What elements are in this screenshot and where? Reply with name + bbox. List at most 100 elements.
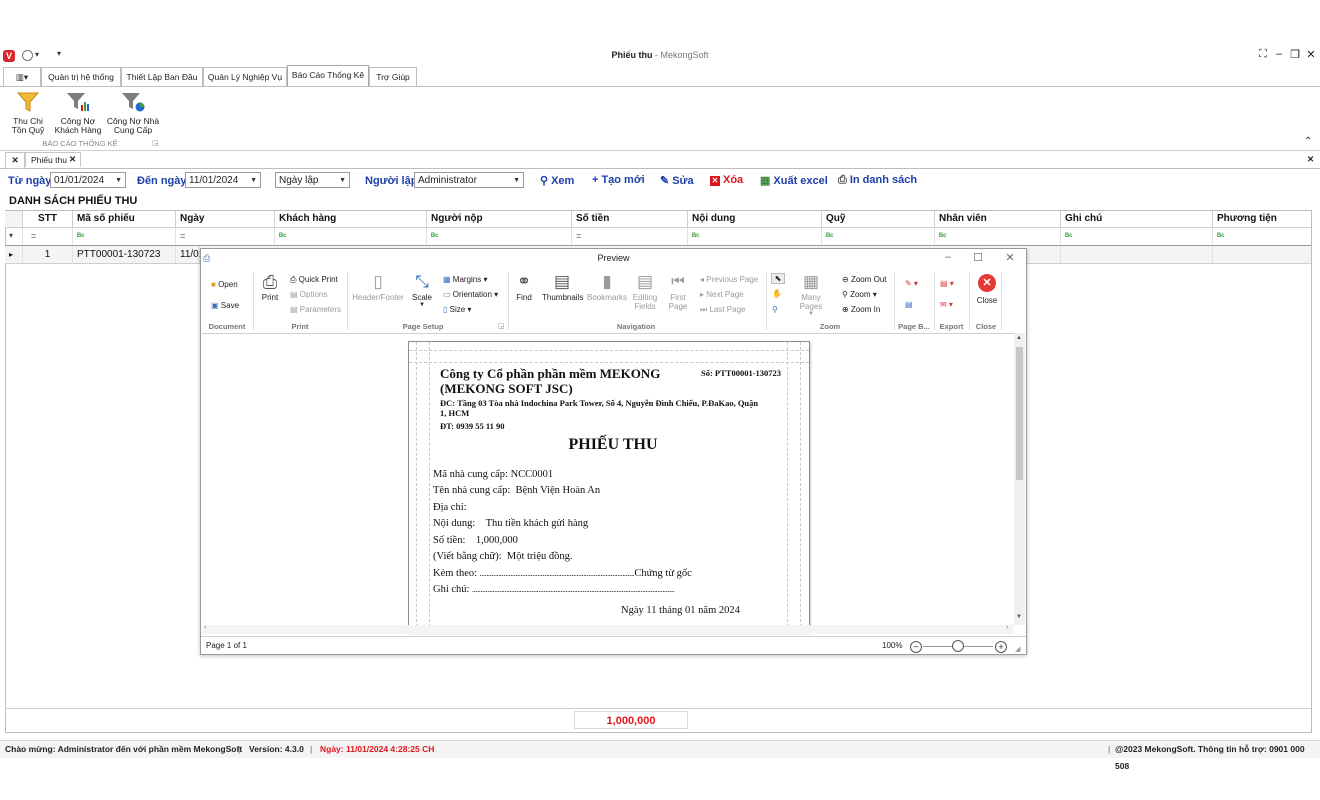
filter-nguoi-nop[interactable]: ᴮᶜ	[427, 228, 572, 244]
cell-phuong-tien[interactable]	[1213, 246, 1311, 263]
edit-button[interactable]: ✎ Sửa	[660, 174, 694, 187]
col-header-ghi-chu[interactable]: Ghi chú	[1061, 211, 1213, 227]
last-page-button[interactable]: ⏭ Last Page	[700, 305, 745, 315]
tab-quan-tri-he-thong[interactable]: Quản trị hệ thống	[41, 67, 121, 86]
watermark-button[interactable]: ▤	[905, 300, 913, 309]
col-header-phuong-tien[interactable]: Phương tiện	[1213, 211, 1311, 227]
scale-button[interactable]: ⤡ Scale ▼	[409, 271, 435, 308]
next-page-button[interactable]: ▸ Next Page	[700, 290, 744, 299]
filter-noi-dung[interactable]: ᴮᶜ	[688, 228, 822, 244]
close-all-tabs-icon[interactable]: ✕	[5, 152, 25, 169]
preview-close-button[interactable]: ✕	[1003, 251, 1017, 264]
tab-bao-cao-thong-ke[interactable]: Báo Cáo Thống Kê	[287, 65, 369, 86]
filter-quy[interactable]: ᴮᶜ	[822, 228, 935, 244]
header-footer-button[interactable]: ▯ Header/Footer	[351, 271, 405, 302]
orientation-button[interactable]: ▭ Orientation ▾	[443, 290, 498, 299]
col-header-ma-so-phieu[interactable]: Mã số phiếu	[73, 211, 176, 227]
close-document-icon[interactable]: ✕	[1307, 152, 1314, 167]
col-header-khach-hang[interactable]: Khách hàng	[275, 211, 427, 227]
send-button[interactable]: ✉ ▾	[940, 300, 953, 309]
preview-minimize-button[interactable]: –	[941, 251, 955, 263]
print-button[interactable]: ⎙ Print	[257, 271, 283, 302]
col-header-so-tien[interactable]: Số tiền	[572, 211, 688, 227]
zoom-out-button[interactable]: ⊖ Zoom Out	[842, 275, 887, 284]
view-button[interactable]: ⚲ Xem	[540, 174, 574, 187]
previous-page-button[interactable]: ◂ Previous Page	[700, 275, 758, 284]
col-header-nguoi-nop[interactable]: Người nộp	[427, 211, 572, 227]
to-date-picker[interactable]: 11/01/2024 ▼	[185, 172, 261, 188]
export-excel-button[interactable]: ▦ Xuất excel	[760, 174, 828, 187]
cell-ma-so-phieu[interactable]: PTT00001-130723	[73, 246, 176, 263]
fullscreen-icon[interactable]: ⛶	[1256, 48, 1270, 61]
scroll-up-icon[interactable]: ▲	[1016, 335, 1022, 341]
cell-ghi-chu[interactable]	[1061, 246, 1213, 263]
editing-fields-button[interactable]: ▤ Editing Fields	[630, 271, 660, 311]
col-header-ngay[interactable]: Ngày	[176, 211, 275, 227]
options-button[interactable]: ▤ Options	[290, 290, 327, 299]
preview-scroll-thumb[interactable]	[1016, 347, 1023, 480]
date-type-select[interactable]: Ngày lập ▼	[275, 172, 350, 188]
filter-stt[interactable]: =	[23, 228, 73, 244]
filter-phuong-tien[interactable]: ᴮᶜ	[1213, 228, 1311, 244]
print-list-button[interactable]: ⎙ In danh sách	[838, 174, 917, 187]
page-color-button[interactable]: ✎ ▾	[905, 279, 918, 288]
export-button[interactable]: ▤ ▾	[940, 279, 954, 288]
preview-horizontal-scrollbar[interactable]	[202, 625, 1014, 634]
close-tab-icon[interactable]: ✕	[69, 152, 76, 167]
col-header-quy[interactable]: Quỹ	[822, 211, 935, 227]
first-page-button[interactable]: ⏮ First Page	[665, 271, 691, 311]
create-button[interactable]: + Tạo mới	[592, 174, 645, 186]
zoom-slider-thumb[interactable]	[952, 640, 964, 652]
app-menu-tab[interactable]: ▥▾	[3, 67, 41, 86]
many-pages-button[interactable]: ▦ Many Pages ▼	[789, 271, 833, 317]
close-window-button[interactable]: ✕	[1304, 48, 1318, 61]
find-button[interactable]: ⚭ Find	[512, 271, 536, 302]
save-button[interactable]: ▣ Save	[211, 301, 239, 310]
tab-quan-ly-nghiep-vu[interactable]: Quản Lý Nghiệp Vụ	[203, 67, 287, 86]
scroll-left-icon[interactable]: ‹	[204, 624, 206, 631]
thu-chi-ton-quy-button[interactable]: Thu Chi Tồn Quỹ	[0, 88, 56, 136]
filter-ma-so-phieu[interactable]: ᴮᶜ	[73, 228, 176, 244]
collapse-ribbon-icon[interactable]: ⌃	[1304, 136, 1312, 147]
col-header-stt[interactable]: STT	[23, 211, 73, 227]
filter-ghi-chu[interactable]: ᴮᶜ	[1061, 228, 1213, 244]
zoom-in-small-icon[interactable]: +	[995, 641, 1007, 653]
cong-no-nha-cung-cap-button[interactable]: Công Nợ Nhà Cung Cấp	[105, 88, 161, 136]
scroll-down-icon[interactable]: ▼	[1016, 614, 1022, 620]
page-setup-launcher-icon[interactable]: ◲	[498, 322, 505, 330]
tab-thiet-lap-ban-dau[interactable]: Thiết Lập Ban Đầu	[121, 67, 203, 86]
filter-so-tien[interactable]: =	[572, 228, 688, 244]
close-preview-button[interactable]: ✕ Close	[973, 271, 1001, 305]
zoom-out-small-icon[interactable]: –	[910, 641, 922, 653]
cell-stt[interactable]: 1	[23, 246, 73, 263]
cong-no-khach-hang-button[interactable]: Công Nợ Khách Hàng	[50, 88, 106, 136]
thumbnails-button[interactable]: ▤ Thumbnails	[542, 271, 583, 302]
minimize-button[interactable]: –	[1272, 48, 1286, 60]
delete-button[interactable]: ✕ Xóa	[710, 174, 743, 186]
col-header-nhan-vien[interactable]: Nhân viên	[935, 211, 1061, 227]
group-launcher-icon[interactable]: ◲	[152, 139, 159, 147]
cell-nhan-vien[interactable]	[1027, 246, 1061, 263]
col-header-noi-dung[interactable]: Nội dung	[688, 211, 822, 227]
preview-maximize-button[interactable]: ☐	[971, 251, 985, 264]
creator-select[interactable]: Administrator ▼	[414, 172, 524, 188]
quick-print-button[interactable]: ⎙ Quick Print	[290, 275, 338, 285]
size-button[interactable]: ▯ Size ▾	[443, 305, 471, 314]
scroll-right-icon[interactable]: ›	[1006, 624, 1008, 631]
filter-khach-hang[interactable]: ᴮᶜ	[275, 228, 427, 244]
parameters-button[interactable]: ▤ Parameters	[290, 305, 341, 314]
zoom-button[interactable]: ⚲ Zoom ▾	[842, 290, 877, 299]
filter-nhan-vien[interactable]: ᴮᶜ	[935, 228, 1061, 244]
hand-tool-button[interactable]: ✋	[772, 289, 782, 298]
magnifier-tool-button[interactable]: ⚲	[772, 305, 778, 314]
tab-tro-giup[interactable]: Trợ Giúp	[369, 67, 417, 86]
pointer-tool-button[interactable]: ⬉	[771, 273, 785, 284]
bookmarks-button[interactable]: ▮ Bookmarks	[587, 271, 627, 302]
restore-button[interactable]: ❐	[1288, 48, 1302, 61]
margins-button[interactable]: ▦ Margins ▾	[443, 275, 488, 284]
resize-grip-icon[interactable]: ◢	[1015, 641, 1020, 659]
from-date-picker[interactable]: 01/01/2024 ▼	[50, 172, 126, 188]
open-button[interactable]: ■ Open	[211, 280, 238, 289]
filter-ngay[interactable]: =	[176, 228, 275, 244]
cell-ngay[interactable]: 11/01	[176, 246, 204, 263]
